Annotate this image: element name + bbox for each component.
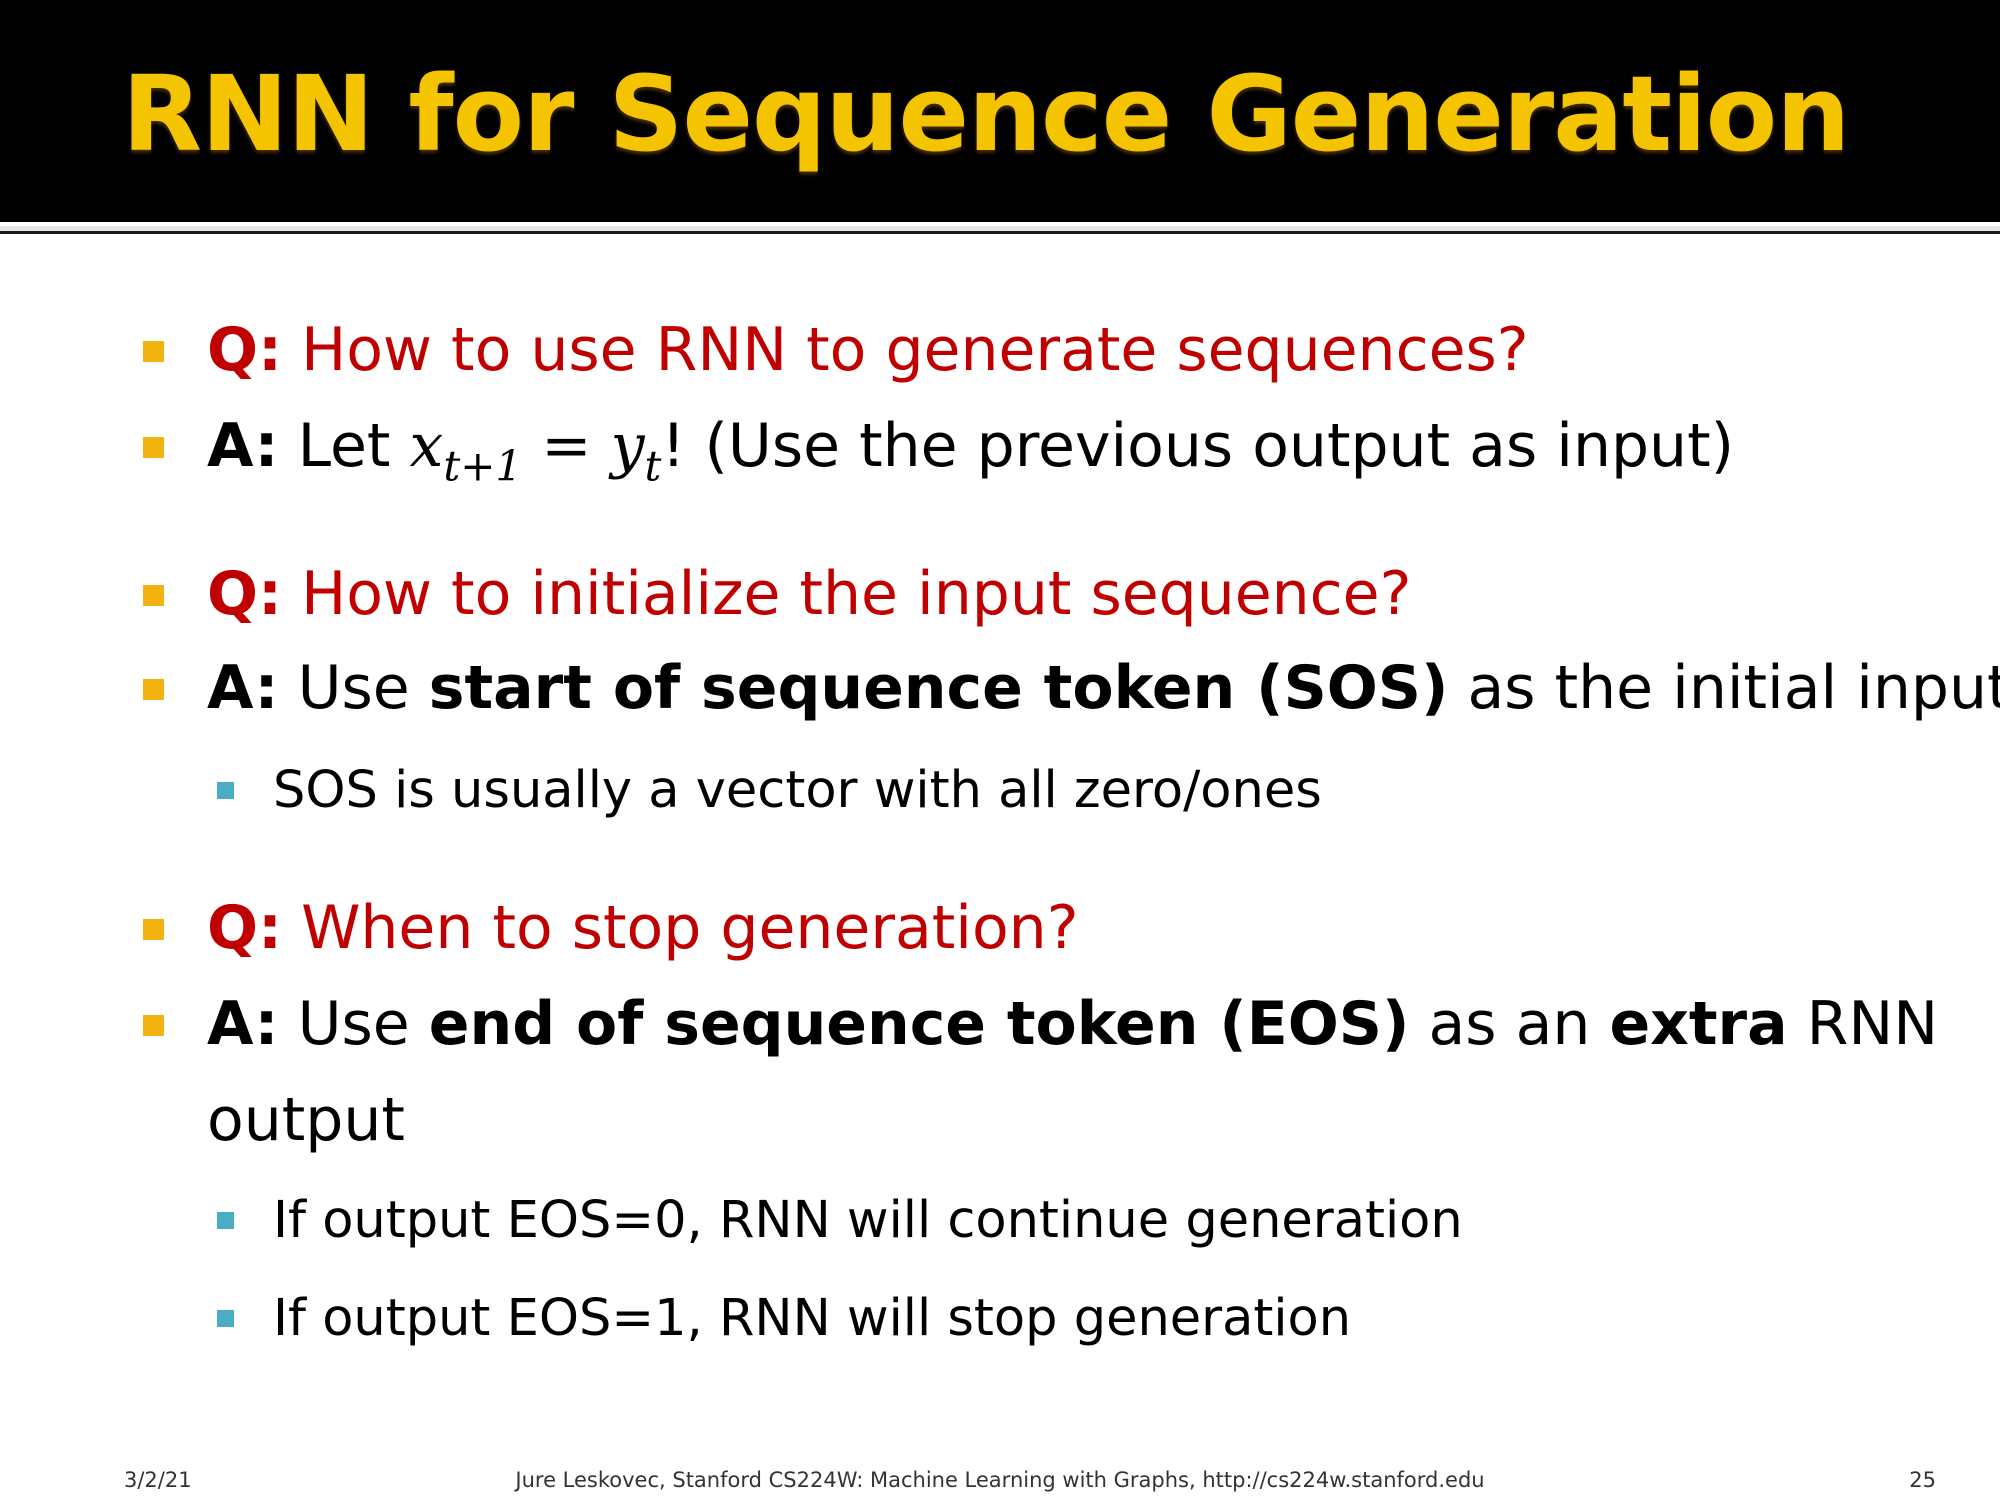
sub-bullet-text: If output EOS=1, RNN will stop generatio…: [273, 1289, 1352, 1348]
math-y-subscript: t: [644, 441, 662, 491]
answer-text: Use: [278, 653, 429, 723]
math-y: y: [610, 411, 645, 481]
footer-credit: Jure Leskovec, Stanford CS224W: Machine …: [515, 1468, 1485, 1492]
math-equals: =: [522, 411, 611, 481]
answer-text-tail: as the initial input: [1448, 653, 2000, 723]
sub-bullet-eos-1: If output EOS=1, RNN will stop generatio…: [217, 1288, 1352, 1349]
answer-bold-extra: extra: [1609, 989, 1788, 1059]
question-text: How to use RNN to generate sequences?: [282, 315, 1529, 385]
answer-label: A:: [207, 989, 279, 1059]
slide-title: RNN for Sequence Generation: [122, 53, 1850, 175]
square-bullet-icon: [143, 437, 164, 458]
footer-date: 3/2/21: [124, 1468, 192, 1492]
answer-text: Let: [278, 411, 410, 481]
math-equation: xt+1 = yt: [409, 411, 662, 487]
bullet-question-1: Q: How to use RNN to generate sequences?: [143, 314, 1529, 386]
answer-continuation-text: output: [207, 1085, 405, 1155]
answer-text: Use: [278, 989, 429, 1059]
answer-bold-term: start of sequence token (SOS): [428, 653, 1449, 723]
question-text: When to stop generation?: [282, 893, 1079, 963]
math-x-subscript: t+1: [443, 441, 523, 491]
sub-bullet-eos-0: If output EOS=0, RNN will continue gener…: [217, 1190, 1463, 1251]
math-x: x: [409, 411, 444, 481]
question-text: How to initialize the input sequence?: [282, 559, 1412, 629]
square-sub-bullet-icon: [217, 1310, 234, 1327]
square-bullet-icon: [143, 585, 164, 606]
square-sub-bullet-icon: [217, 782, 234, 799]
sub-bullet-sos: SOS is usually a vector with all zero/on…: [217, 760, 1322, 821]
bullet-question-2: Q: How to initialize the input sequence?: [143, 558, 1412, 630]
title-divider-shadow: [0, 231, 2000, 234]
bullet-answer-3-continuation: output: [207, 1084, 405, 1156]
question-label: Q:: [207, 315, 282, 385]
question-label: Q:: [207, 559, 282, 629]
bullet-answer-1: A: Let xt+1 = yt! (Use the previous outp…: [143, 410, 1735, 487]
footer-page-number: 25: [1909, 1468, 1936, 1492]
square-bullet-icon: [143, 679, 164, 700]
answer-label: A:: [207, 411, 279, 481]
sub-bullet-text: SOS is usually a vector with all zero/on…: [273, 761, 1322, 820]
sub-bullet-text: If output EOS=0, RNN will continue gener…: [273, 1191, 1463, 1250]
square-bullet-icon: [143, 919, 164, 940]
answer-bold-term: end of sequence token (EOS): [428, 989, 1410, 1059]
answer-label: A:: [207, 653, 279, 723]
question-label: Q:: [207, 893, 282, 963]
square-bullet-icon: [143, 1015, 164, 1036]
answer-text-mid: as an: [1409, 989, 1610, 1059]
square-sub-bullet-icon: [217, 1212, 234, 1229]
bullet-answer-2: A: Use start of sequence token (SOS) as …: [143, 652, 2000, 724]
bullet-answer-3: A: Use end of sequence token (EOS) as an…: [143, 988, 1939, 1060]
slide: RNN for Sequence Generation Q: How to us…: [0, 0, 2000, 1500]
answer-text-tail: RNN: [1787, 989, 1939, 1059]
bullet-question-3: Q: When to stop generation?: [143, 892, 1079, 964]
square-bullet-icon: [143, 341, 164, 362]
answer-text-tail: ! (Use the previous output as input): [661, 411, 1735, 481]
